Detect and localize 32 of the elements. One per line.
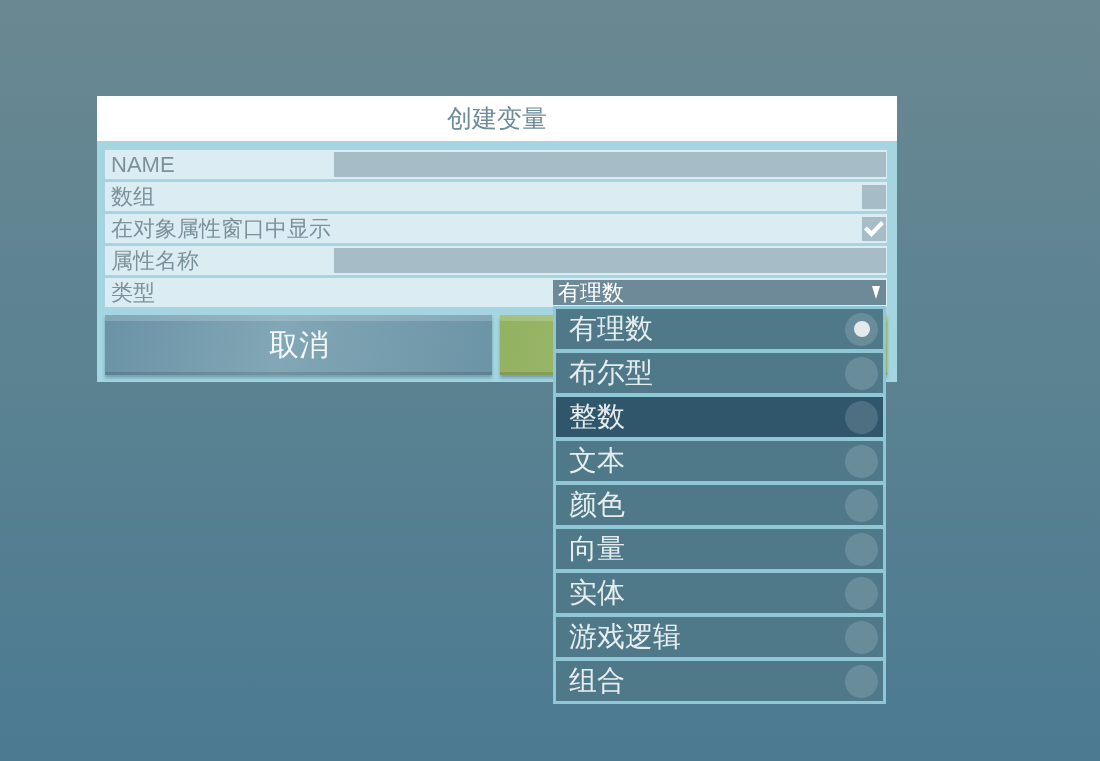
cancel-button[interactable]: 取消 — [105, 315, 492, 375]
dropdown-option[interactable]: 组合 — [556, 661, 883, 701]
dropdown-option[interactable]: 实体 — [556, 573, 883, 613]
radio-icon[interactable] — [845, 532, 878, 566]
type-dropdown[interactable]: 有理数 — [553, 280, 886, 305]
field-label: 数组 — [111, 184, 155, 209]
checkbox[interactable] — [862, 184, 886, 209]
radio-icon[interactable] — [845, 312, 878, 346]
radio-icon[interactable] — [845, 444, 878, 478]
dropdown-option[interactable]: 有理数 — [556, 309, 883, 349]
radio-icon[interactable] — [845, 620, 878, 654]
field-label: 类型 — [111, 280, 155, 305]
dialog-title: 创建变量 — [447, 106, 547, 131]
dropdown-option[interactable]: 颜色 — [556, 485, 883, 525]
field-label: 在对象属性窗口中显示 — [111, 216, 331, 241]
radio-icon[interactable] — [845, 576, 878, 610]
text-field[interactable] — [334, 152, 886, 177]
checkmark-icon — [864, 220, 884, 237]
field-label: NAME — [111, 152, 175, 177]
dropdown-option[interactable]: 整数 — [556, 397, 883, 437]
field-label: 属性名称 — [111, 248, 199, 273]
text-field[interactable] — [334, 248, 886, 273]
radio-icon[interactable] — [845, 488, 878, 522]
radio-icon[interactable] — [845, 664, 878, 698]
caret-icon — [872, 286, 880, 299]
radio-icon[interactable] — [845, 400, 878, 434]
dropdown-option[interactable]: 游戏逻辑 — [556, 617, 883, 657]
dropdown-option[interactable]: 布尔型 — [556, 353, 883, 393]
dropdown-option[interactable]: 向量 — [556, 529, 883, 569]
dropdown-option[interactable]: 文本 — [556, 441, 883, 481]
radio-icon[interactable] — [845, 356, 878, 390]
checkbox[interactable] — [862, 216, 886, 241]
